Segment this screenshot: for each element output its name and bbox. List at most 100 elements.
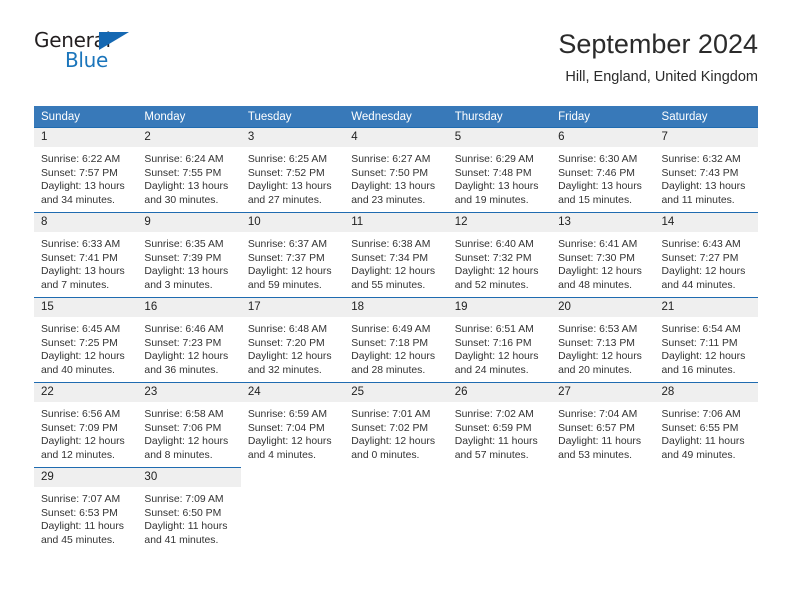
daylight-text-line2: and 57 minutes. bbox=[454, 449, 529, 461]
day-cell[interactable]: 6 Sunrise: 6:30 AM Sunset: 7:46 PM Dayli… bbox=[551, 127, 655, 213]
day-cell[interactable]: 2 Sunrise: 6:24 AM Sunset: 7:55 PM Dayli… bbox=[137, 127, 241, 213]
daylight-text-line1: Daylight: 12 hours bbox=[661, 351, 746, 363]
daylight-text-line2: and 12 minutes. bbox=[41, 449, 115, 461]
sunrise-text: Sunrise: 7:07 AM bbox=[41, 494, 121, 505]
day-cell[interactable]: 23 Sunrise: 6:58 AM Sunset: 7:06 PM Dayl… bbox=[137, 382, 241, 468]
weekday-header-tuesday: Tuesday bbox=[240, 106, 345, 128]
day-cell[interactable]: 26 Sunrise: 7:02 AM Sunset: 6:59 PM Dayl… bbox=[447, 382, 552, 468]
sunset-text: Sunset: 7:55 PM bbox=[144, 167, 222, 179]
day-info: Sunrise: 6:54 AM Sunset: 7:11 PM Dayligh… bbox=[655, 317, 758, 377]
sunset-text: Sunset: 7:20 PM bbox=[247, 337, 325, 349]
sunset-text: Sunset: 7:37 PM bbox=[247, 252, 325, 264]
day-cell[interactable]: 10 Sunrise: 6:37 AM Sunset: 7:37 PM Dayl… bbox=[240, 212, 345, 298]
day-cell-empty bbox=[240, 467, 345, 552]
daylight-text-line1: Daylight: 13 hours bbox=[661, 181, 746, 193]
sunrise-text: Sunrise: 6:41 AM bbox=[558, 239, 638, 250]
day-cell[interactable]: 15 Sunrise: 6:45 AM Sunset: 7:25 PM Dayl… bbox=[34, 297, 138, 383]
day-cell[interactable]: 25 Sunrise: 7:01 AM Sunset: 7:02 PM Dayl… bbox=[344, 382, 448, 468]
day-number: 20 bbox=[551, 298, 655, 317]
sunrise-text: Sunrise: 6:30 AM bbox=[558, 154, 638, 165]
day-cell[interactable]: 7 Sunrise: 6:32 AM Sunset: 7:43 PM Dayli… bbox=[654, 127, 758, 213]
day-info: Sunrise: 6:49 AM Sunset: 7:18 PM Dayligh… bbox=[344, 317, 447, 377]
sunrise-text: Sunrise: 6:46 AM bbox=[144, 324, 224, 335]
day-info: Sunrise: 6:38 AM Sunset: 7:34 PM Dayligh… bbox=[344, 232, 447, 292]
daylight-text-line2: and 49 minutes. bbox=[661, 449, 736, 461]
sunrise-text: Sunrise: 6:54 AM bbox=[661, 324, 741, 335]
day-cell[interactable]: 29 Sunrise: 7:07 AM Sunset: 6:53 PM Dayl… bbox=[34, 467, 138, 552]
day-cell[interactable]: 16 Sunrise: 6:46 AM Sunset: 7:23 PM Dayl… bbox=[137, 297, 241, 383]
daylight-text-line1: Daylight: 12 hours bbox=[247, 351, 332, 363]
logo-text-blue: Blue bbox=[65, 48, 109, 72]
daylight-text-line1: Daylight: 13 hours bbox=[247, 181, 332, 193]
sunrise-text: Sunrise: 6:59 AM bbox=[247, 409, 327, 420]
day-cell[interactable]: 18 Sunrise: 6:49 AM Sunset: 7:18 PM Dayl… bbox=[344, 297, 448, 383]
day-cell[interactable]: 30 Sunrise: 7:09 AM Sunset: 6:50 PM Dayl… bbox=[137, 467, 241, 552]
sunset-text: Sunset: 7:16 PM bbox=[454, 337, 532, 349]
day-cell[interactable]: 13 Sunrise: 6:41 AM Sunset: 7:30 PM Dayl… bbox=[551, 212, 655, 298]
day-cell[interactable]: 11 Sunrise: 6:38 AM Sunset: 7:34 PM Dayl… bbox=[344, 212, 448, 298]
daylight-text-line1: Daylight: 12 hours bbox=[558, 266, 642, 278]
sunset-text: Sunset: 7:11 PM bbox=[661, 337, 738, 349]
day-info: Sunrise: 7:01 AM Sunset: 7:02 PM Dayligh… bbox=[344, 402, 447, 462]
day-number: 16 bbox=[137, 298, 241, 317]
daylight-text-line1: Daylight: 12 hours bbox=[351, 351, 436, 363]
day-cell[interactable]: 22 Sunrise: 6:56 AM Sunset: 7:09 PM Dayl… bbox=[34, 382, 138, 468]
day-info: Sunrise: 6:45 AM Sunset: 7:25 PM Dayligh… bbox=[34, 317, 137, 377]
day-cell[interactable]: 12 Sunrise: 6:40 AM Sunset: 7:32 PM Dayl… bbox=[447, 212, 552, 298]
day-number bbox=[654, 467, 758, 475]
daylight-text-line2: and 34 minutes. bbox=[41, 194, 115, 206]
daylight-text-line2: and 24 minutes. bbox=[454, 364, 529, 376]
day-info: Sunrise: 6:59 AM Sunset: 7:04 PM Dayligh… bbox=[241, 402, 344, 462]
day-number: 5 bbox=[447, 128, 552, 147]
daylight-text-line2: and 23 minutes. bbox=[351, 194, 426, 206]
sunset-text: Sunset: 6:55 PM bbox=[661, 422, 739, 434]
day-cell[interactable]: 17 Sunrise: 6:48 AM Sunset: 7:20 PM Dayl… bbox=[240, 297, 345, 383]
day-info: Sunrise: 6:41 AM Sunset: 7:30 PM Dayligh… bbox=[551, 232, 654, 292]
day-cell[interactable]: 1 Sunrise: 6:22 AM Sunset: 7:57 PM Dayli… bbox=[34, 127, 138, 213]
daylight-text-line1: Daylight: 12 hours bbox=[454, 266, 539, 278]
day-cell[interactable]: 21 Sunrise: 6:54 AM Sunset: 7:11 PM Dayl… bbox=[654, 297, 758, 383]
day-cell[interactable]: 27 Sunrise: 7:04 AM Sunset: 6:57 PM Dayl… bbox=[551, 382, 655, 468]
day-cell[interactable]: 14 Sunrise: 6:43 AM Sunset: 7:27 PM Dayl… bbox=[654, 212, 758, 298]
day-cell[interactable]: 5 Sunrise: 6:29 AM Sunset: 7:48 PM Dayli… bbox=[447, 127, 552, 213]
calendar-table: Sunday Monday Tuesday Wednesday Thursday… bbox=[34, 106, 758, 552]
day-info: Sunrise: 6:56 AM Sunset: 7:09 PM Dayligh… bbox=[34, 402, 137, 462]
sunrise-text: Sunrise: 6:24 AM bbox=[144, 154, 224, 165]
daylight-text-line2: and 44 minutes. bbox=[661, 279, 736, 291]
day-cell[interactable]: 19 Sunrise: 6:51 AM Sunset: 7:16 PM Dayl… bbox=[447, 297, 552, 383]
day-number: 28 bbox=[654, 383, 758, 402]
daylight-text-line2: and 41 minutes. bbox=[144, 534, 219, 546]
day-cell[interactable]: 24 Sunrise: 6:59 AM Sunset: 7:04 PM Dayl… bbox=[240, 382, 345, 468]
sunset-text: Sunset: 7:30 PM bbox=[558, 252, 635, 264]
day-number: 1 bbox=[34, 128, 138, 147]
day-cell[interactable]: 3 Sunrise: 6:25 AM Sunset: 7:52 PM Dayli… bbox=[240, 127, 345, 213]
daylight-text-line1: Daylight: 12 hours bbox=[41, 351, 125, 363]
sunset-text: Sunset: 7:04 PM bbox=[247, 422, 325, 434]
day-info: Sunrise: 6:27 AM Sunset: 7:50 PM Dayligh… bbox=[344, 147, 447, 207]
day-cell[interactable]: 8 Sunrise: 6:33 AM Sunset: 7:41 PM Dayli… bbox=[34, 212, 138, 298]
day-info: Sunrise: 6:37 AM Sunset: 7:37 PM Dayligh… bbox=[241, 232, 344, 292]
sunrise-text: Sunrise: 6:45 AM bbox=[41, 324, 121, 335]
daylight-text-line2: and 15 minutes. bbox=[558, 194, 633, 206]
sunset-text: Sunset: 7:09 PM bbox=[41, 422, 118, 434]
sunset-text: Sunset: 6:50 PM bbox=[144, 507, 222, 519]
weekday-header-wednesday: Wednesday bbox=[344, 106, 448, 128]
sunrise-text: Sunrise: 6:38 AM bbox=[351, 239, 431, 250]
weekday-header-sunday: Sunday bbox=[34, 106, 138, 128]
daylight-text-line2: and 20 minutes. bbox=[558, 364, 633, 376]
sunset-text: Sunset: 7:34 PM bbox=[351, 252, 429, 264]
daylight-text-line1: Daylight: 11 hours bbox=[144, 521, 228, 533]
sunrise-text: Sunrise: 7:02 AM bbox=[454, 409, 534, 420]
day-cell[interactable]: 9 Sunrise: 6:35 AM Sunset: 7:39 PM Dayli… bbox=[137, 212, 241, 298]
day-cell[interactable]: 28 Sunrise: 7:06 AM Sunset: 6:55 PM Dayl… bbox=[654, 382, 758, 468]
general-blue-logo: General Blue bbox=[34, 30, 154, 78]
sunrise-text: Sunrise: 6:49 AM bbox=[351, 324, 431, 335]
daylight-text-line1: Daylight: 12 hours bbox=[247, 266, 332, 278]
day-cell[interactable]: 20 Sunrise: 6:53 AM Sunset: 7:13 PM Dayl… bbox=[551, 297, 655, 383]
weekday-header-saturday: Saturday bbox=[654, 106, 758, 128]
day-info: Sunrise: 7:06 AM Sunset: 6:55 PM Dayligh… bbox=[655, 402, 758, 462]
day-cell[interactable]: 4 Sunrise: 6:27 AM Sunset: 7:50 PM Dayli… bbox=[344, 127, 448, 213]
daylight-text-line1: Daylight: 13 hours bbox=[351, 181, 436, 193]
sunrise-text: Sunrise: 6:51 AM bbox=[454, 324, 534, 335]
sunrise-text: Sunrise: 6:53 AM bbox=[558, 324, 638, 335]
